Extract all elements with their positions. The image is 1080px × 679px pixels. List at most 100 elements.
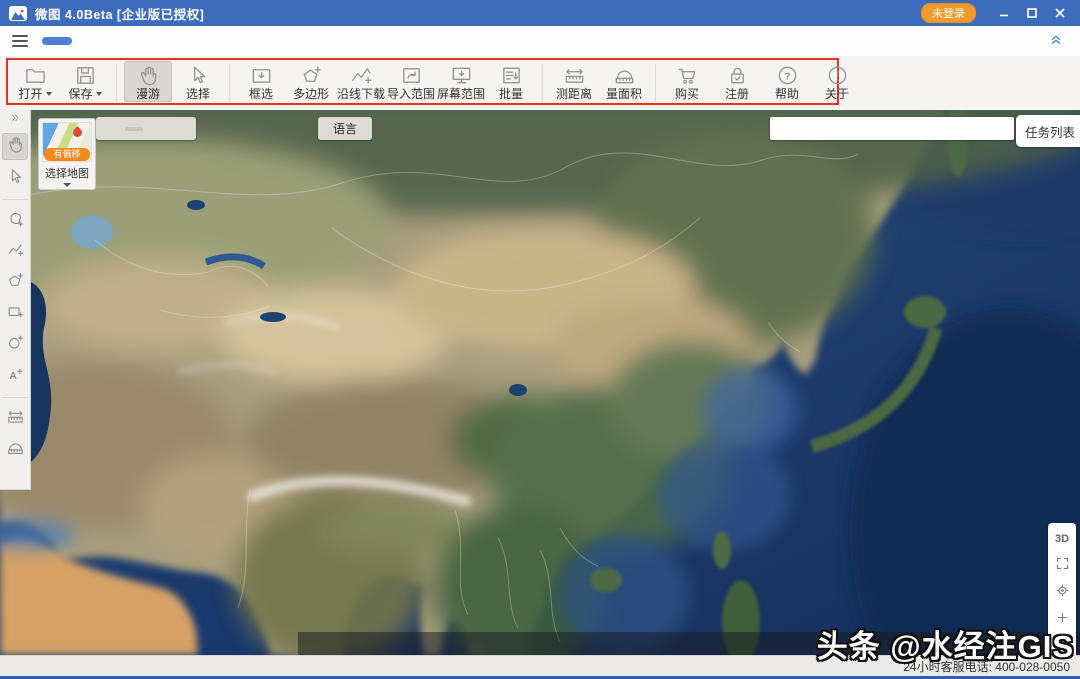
question-icon: ? (776, 63, 799, 87)
toolbar-button[interactable]: 量面积 (600, 61, 648, 102)
sidebar-tool-button[interactable] (2, 331, 28, 358)
cart-icon (676, 63, 699, 87)
sidebar-tool-button[interactable] (2, 436, 28, 463)
menu-item[interactable] (80, 37, 110, 45)
lasso-plus-icon (6, 209, 25, 233)
overlay-toggle-bar (770, 117, 1014, 140)
measure-distance-icon (563, 63, 586, 87)
toolbar-button[interactable]: 导入范围 (387, 61, 435, 102)
import-range-icon (400, 63, 423, 87)
highlight-frame: 打开 保存 漫游 选择 框选 多边形 沿 (6, 58, 839, 105)
fullscreen-icon (1055, 556, 1070, 576)
dropdown-arrow-icon (96, 92, 102, 96)
toolbar-button[interactable]: 注册 (713, 61, 761, 102)
offset-banner: 有偏移 (44, 148, 90, 161)
box-select-icon (250, 63, 273, 87)
toolbar-button[interactable]: 框选 (237, 61, 285, 102)
menu-item[interactable] (156, 37, 186, 45)
polyline-download-icon (350, 63, 373, 87)
sidebar-tool-button[interactable] (2, 300, 28, 327)
locate-icon (1055, 583, 1070, 603)
sidebar-tool-button[interactable] (2, 405, 28, 432)
layer-tab[interactable] (125, 127, 143, 131)
app-logo-icon (9, 6, 27, 21)
measure-distance-icon (6, 407, 25, 431)
map-control-button[interactable] (1052, 557, 1072, 574)
hamburger-menu-icon[interactable] (12, 35, 28, 47)
menu-item[interactable] (118, 37, 148, 45)
map-canvas[interactable]: A 有偏移 选择地图 语言 任务列表 (0, 110, 1080, 655)
hand-icon (6, 135, 25, 159)
menu-items (42, 37, 262, 45)
toolbar-button[interactable]: 漫游 (124, 61, 172, 102)
close-button[interactable] (1046, 0, 1074, 26)
sidebar-tool-button[interactable] (2, 164, 28, 200)
watermark-text: 头条 @水经注GIS (817, 621, 1074, 666)
rect-plus-icon (6, 302, 25, 326)
login-status-badge[interactable]: 未登录 (921, 3, 976, 23)
task-list-button[interactable]: 任务列表 (1016, 115, 1080, 147)
sidebar-tool-button[interactable]: A (2, 362, 28, 398)
polyline-plus-icon (6, 240, 25, 264)
titlebar: 微图 4.0Beta [企业版已授权] 未登录 (0, 0, 1080, 26)
toolbar-button[interactable]: 批量 (487, 61, 535, 102)
dropdown-arrow-icon (46, 92, 52, 96)
app-window: 微图 4.0Beta [企业版已授权] 未登录 打开 保存 (0, 0, 1080, 679)
text-plus-icon: A (6, 365, 25, 389)
satellite-map-artwork (0, 110, 1080, 655)
sidebar-tool-button[interactable] (2, 269, 28, 296)
toolbar-button[interactable]: 多边形 (287, 61, 335, 102)
toolbar-button[interactable]: 购买 (663, 61, 711, 102)
cursor-icon (6, 167, 25, 191)
menu-item[interactable] (232, 37, 262, 45)
circle-plus-icon (6, 333, 25, 357)
map-source-thumbnail-icon: 有偏移 (42, 122, 92, 162)
svg-text:?: ? (784, 70, 790, 82)
maximize-button[interactable] (1018, 0, 1046, 26)
layer-tab[interactable] (101, 127, 119, 131)
toolbar-button[interactable]: 选择 (174, 61, 222, 102)
language-button[interactable]: 语言 (318, 117, 372, 140)
map-source-selector[interactable]: 有偏移 选择地图 (38, 118, 96, 190)
polygon-plus-icon (300, 63, 323, 87)
folder-icon (24, 63, 47, 87)
map-tools-sidebar: A (0, 110, 31, 490)
measure-area-icon (613, 63, 636, 87)
screen-range-icon (450, 63, 473, 87)
collapse-ribbon-icon[interactable] (1048, 31, 1064, 52)
sidebar-tool-button[interactable] (2, 207, 28, 234)
chevron-down-icon (63, 183, 71, 187)
layer-tab[interactable] (149, 127, 167, 131)
map-control-button[interactable]: 3D (1052, 530, 1072, 547)
map-pin-icon (71, 126, 84, 139)
toolbar-button[interactable]: 沿线下载 (337, 61, 385, 102)
svg-text:A: A (9, 371, 17, 382)
toolbar-button[interactable]: ? 帮助 (763, 61, 811, 102)
sidebar-tool-button[interactable] (2, 133, 28, 160)
map-control-button[interactable] (1052, 584, 1072, 601)
menu-item[interactable] (194, 37, 224, 45)
hand-icon (137, 63, 160, 87)
toolbar-button[interactable]: 屏幕范围 (437, 61, 485, 102)
polygon-plus-icon (6, 271, 25, 295)
lock-check-icon (726, 63, 749, 87)
minimize-button[interactable] (990, 0, 1018, 26)
sidebar-tool-button[interactable] (2, 113, 28, 127)
window-title: 微图 4.0Beta [企业版已授权] (35, 4, 204, 23)
save-icon (74, 63, 97, 87)
measure-area-icon (6, 438, 25, 462)
toolbar-button[interactable]: 打开 (11, 61, 59, 102)
chevrons-right-icon (9, 111, 21, 129)
toolbar-button[interactable]: 关于 (813, 61, 861, 102)
toolbar-button[interactable]: 保存 (61, 61, 109, 102)
menu-item[interactable] (42, 37, 72, 45)
ribbon-toolbar: 打开 保存 漫游 选择 框选 多边形 沿 (0, 56, 1080, 111)
menubar (0, 26, 1080, 56)
map-source-label: 选择地图 (41, 165, 93, 181)
layer-tab[interactable] (173, 127, 191, 131)
sidebar-tool-button[interactable] (2, 238, 28, 265)
toolbar-button[interactable]: 测距离 (550, 61, 598, 102)
cursor-icon (187, 63, 210, 87)
layer-type-tabs (96, 117, 196, 140)
exclaim-icon (826, 63, 849, 87)
